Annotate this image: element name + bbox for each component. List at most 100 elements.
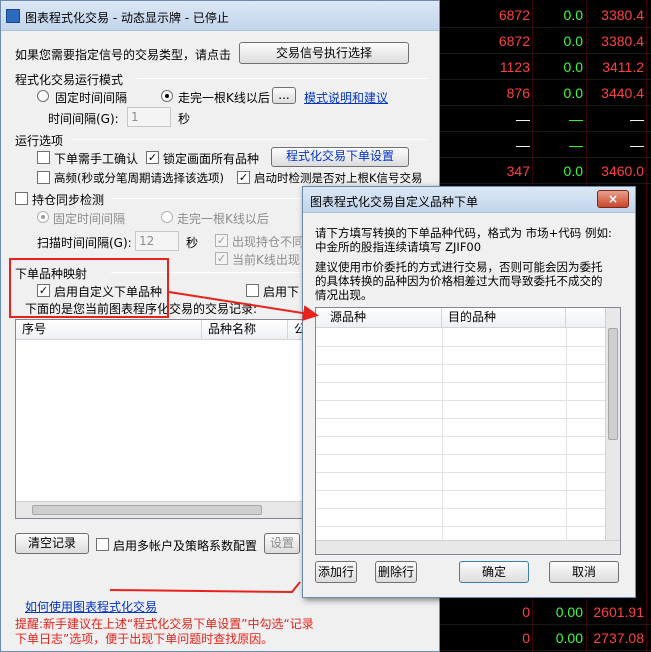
v-scroll-thumb[interactable] [608,328,618,440]
window-title: 图表程式化交易 - 动态显示牌 - 已停止 [25,11,229,25]
help-link[interactable]: 如何使用图表程式化交易 [25,598,157,615]
quote-row[interactable]: 6872 0.0 3380.4 [440,28,651,54]
manual-confirm-checkbox[interactable] [37,151,50,164]
radio-fixed-label: 固定时间间隔 [55,91,128,105]
mode-dots-button[interactable]: ... [272,87,296,104]
ok-button[interactable]: 确定 [459,561,529,583]
quote-cell: 0.0 [563,7,583,23]
dialog-h-scrollbar[interactable] [316,540,620,554]
grid-col-line [566,328,567,540]
current-k-label: 当前K线出现 [232,253,300,267]
sync-radio-kline[interactable] [161,211,173,223]
quote-cell: 0 [522,604,530,620]
multi-account-label: 启用多帐户及策略系数配置 [113,539,258,553]
radio-kline-label: 走完一根K线以后 [178,91,270,105]
quote-cell: — [630,137,644,153]
list-v-scrollbar[interactable] [605,308,620,540]
col-source-header[interactable]: 源品种 [316,308,442,328]
quote-row[interactable]: 6872 0.0 3380.4 [440,2,651,28]
radio-fixed-interval[interactable] [37,90,49,102]
multi-account-checkbox[interactable] [96,538,109,551]
quote-cell: 2601.91 [593,604,644,620]
quote-cell: 0.0 [563,163,583,179]
quote-cell: 6872 [498,33,530,49]
interval-input[interactable]: 1 [127,107,171,127]
manual-confirm-label: 下单需手工确认 [54,152,139,166]
quote-cell: — [630,111,644,127]
scan-interval-input[interactable]: 12 [135,231,179,251]
quote-row[interactable]: 0 0.00 2601.91 [440,599,651,625]
quote-cell: 0.0 [563,59,583,75]
mode-help-link[interactable]: 模式说明和建议 [304,89,388,106]
interval-unit: 秒 [178,112,191,126]
lock-symbols-label: 锁定画面所有品种 [163,152,260,166]
interval-label: 时间间隔(G): [48,112,119,126]
check-upper-label: 启动时检测是否对上根K信号交易 [254,171,423,185]
cancel-button[interactable]: 取消 [549,561,619,583]
grid-col-line [442,328,443,540]
quote-row[interactable]: — — — [440,106,651,132]
quote-cell: 0.0 [563,85,583,101]
clear-records-button[interactable]: 清空记录 [15,533,89,554]
quote-row[interactable]: 1123 0.0 3411.2 [440,54,651,80]
col-seq-header[interactable]: 序号 [16,320,202,340]
quote-cell: — [516,137,530,153]
scan-interval-label: 扫描时间间隔(G): [37,236,132,250]
quote-row[interactable]: — — — [440,132,651,158]
quote-cell: 876 [506,85,530,101]
delete-row-button[interactable]: 删除行 [375,561,417,583]
quote-cell: 0.00 [555,630,583,646]
sync-group-line [111,198,301,199]
dialog-title-bar: 图表程式化交易自定义品种下单 × [303,187,635,213]
setup-button[interactable]: 设置 [264,533,300,554]
annotation-box [9,258,169,318]
main-title-bar: 图表程式化交易 - 动态显示牌 - 已停止 [1,1,439,31]
quote-row[interactable]: 876 0.0 3440.4 [440,80,651,106]
quote-row[interactable]: 347 0.0 3460.0 [440,158,651,184]
col-target-header[interactable]: 目的品种 [442,308,566,328]
lock-symbols-checkbox[interactable]: ✓ [146,151,159,164]
tip-line-2: 下单日志”选项，便于出现下单问题时查找原因。 [15,632,274,646]
dialog-close-button[interactable]: × [597,190,629,208]
add-row-button[interactable]: 添加行 [315,561,357,583]
enable-right-label: 启用下 [263,285,300,299]
current-k-checkbox[interactable]: ✓ [215,252,228,265]
hold-diff-checkbox[interactable]: ✓ [215,234,228,247]
app-icon [6,9,20,23]
h-scroll-thumb[interactable] [32,505,262,515]
highfreq-label: 高频(秒或分笔周期请选择该选项) [54,171,224,185]
quote-row[interactable]: 0 0.00 2737.08 [440,625,651,651]
sync-label: 持仓同步检测 [32,193,105,207]
quote-cell: 3411.2 [602,59,644,75]
signal-intro-text: 如果您需要指定信号的交易类型，请点击 [15,48,232,62]
quote-cell: 3380.4 [601,7,644,23]
quote-cell: 0 [522,630,530,646]
symbol-mapping-list[interactable]: 源品种 目的品种 [315,307,621,555]
grid-row-line [316,526,606,527]
quote-cell: 347 [506,163,530,179]
grid-row-line [316,436,606,437]
grid-row-line [316,508,606,509]
custom-symbol-dialog: 图表程式化交易自定义品种下单 × 请下方填写转换的下单品种代码，格式为 市场+代… [302,186,636,598]
grid-row-line [316,418,606,419]
quote-cell: 6872 [498,7,530,23]
scan-interval-unit: 秒 [186,236,199,250]
sync-radio-fixed[interactable] [37,211,49,223]
check-upper-checkbox[interactable]: ✓ [237,171,250,184]
grid-row-line [316,364,606,365]
order-settings-button[interactable]: 程式化交易下单设置 [271,147,409,167]
enable-right-checkbox[interactable] [246,284,259,297]
quote-cell: — [569,111,583,127]
grid-row-line [316,472,606,473]
quote-cell: 3460.0 [601,163,644,179]
col-name-header[interactable]: 品种名称 [202,320,288,340]
quote-cell: — [516,111,530,127]
sync-checkbox[interactable] [15,192,28,205]
signal-select-button[interactable]: 交易信号执行选择 [239,42,409,64]
sync-radio-fixed-label: 固定时间间隔 [53,212,126,226]
radio-kline[interactable] [161,90,173,102]
grid-row-line [316,490,606,491]
highfreq-checkbox[interactable] [37,171,50,184]
quote-cell: 0.00 [555,604,583,620]
dialog-warn-line-3: 情况出现。 [315,288,373,302]
